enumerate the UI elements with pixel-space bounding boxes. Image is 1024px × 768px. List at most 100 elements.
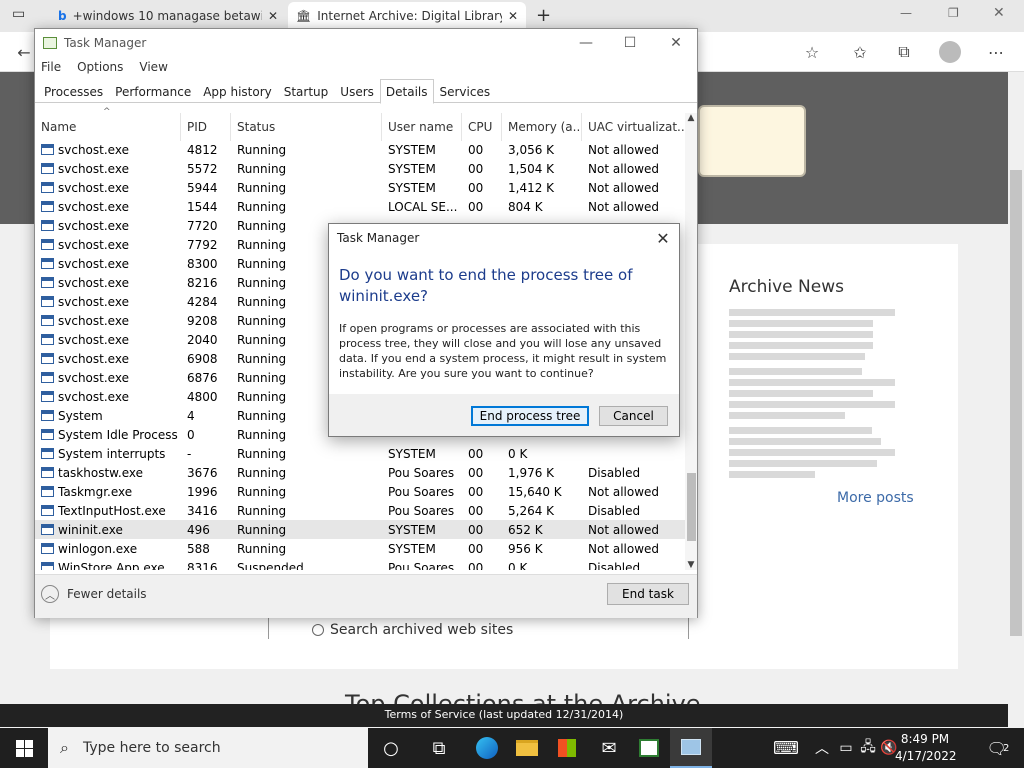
cell-text: 6908 [187,351,218,366]
table-row[interactable]: winlogon.exe 588 Running SYSTEM 00 956 K Not a… [35,539,685,558]
column-pid[interactable]: PID [181,113,231,141]
column-name[interactable]: Name [35,113,181,141]
tab-startup[interactable]: Startup [278,79,335,103]
tab-details[interactable]: Details [379,79,434,104]
table-row[interactable]: svchost.exe 4812 Running SYSTEM 00 3,056 K Not… [35,140,685,159]
more-posts-link[interactable]: More posts [837,490,914,506]
minimize-icon[interactable]: — [563,31,609,55]
process-pid: 6908 [181,352,231,366]
tab-processes[interactable]: Processes [38,79,109,103]
table-row[interactable]: Taskmgr.exe 1996 Running Pou Soares 00 15,640… [35,482,685,501]
process-list-scrollbar-thumb[interactable] [687,473,696,541]
process-icon [41,314,54,326]
more-options-icon[interactable]: ⋯ [984,40,1008,64]
table-row[interactable]: TextInputHost.exe 3416 Running Pou Soares 00… [35,501,685,520]
radio-button[interactable] [312,624,324,636]
browser-tab-archive[interactable]: 🏛 Internet Archive: Digital Library c ✕ [288,2,526,30]
process-memory: 804 K [502,200,582,214]
cell-text: svchost.exe [58,294,129,309]
table-row[interactable]: svchost.exe 5944 Running SYSTEM 00 1,412 K Not… [35,178,685,197]
cell-text: 7720 [187,218,218,233]
table-row[interactable]: wininit.exe 496 Running SYSTEM 00 652 K Not al… [35,520,685,539]
show-hidden-icons-icon[interactable]: ︿ [808,728,836,768]
column-uac-virtualization[interactable]: UAC virtualizat... [582,113,685,141]
app-icon[interactable] [628,728,670,768]
collections-icon[interactable]: ⧉ [892,40,916,64]
tab-users[interactable]: Users [334,79,380,103]
process-icon [41,409,54,421]
cell-text: Running [237,503,287,518]
cancel-button[interactable]: Cancel [599,406,668,426]
back-icon[interactable]: ← [12,40,36,64]
dialog-close-icon[interactable]: ✕ [651,227,675,251]
file-explorer-icon[interactable] [506,728,548,768]
close-tab-icon[interactable]: ✕ [268,9,278,23]
start-button[interactable] [0,728,48,768]
column-user-name[interactable]: User name [382,113,462,141]
clock[interactable]: 8:49 PM 4/17/2022 [895,731,957,767]
close-tab-icon[interactable]: ✕ [508,9,518,23]
close-icon[interactable]: ✕ [653,31,699,55]
scroll-up-icon[interactable]: ▲ [685,113,697,123]
network-icon[interactable]: 🖧 [858,728,878,768]
new-tab-icon[interactable]: + [536,5,551,26]
taskbar-search-box[interactable]: ⌕ Type here to search [48,728,368,768]
table-row[interactable]: WinStore.App.exe 8316 Suspended Pou Soares 0… [35,558,685,570]
process-memory: 5,264 K [502,504,582,518]
task-manager-taskbar-icon[interactable] [670,728,712,768]
browser-close-icon[interactable]: ✕ [993,5,1005,21]
add-favorite-icon[interactable]: ☆ [800,40,824,64]
tab-actions-icon[interactable]: ▭ [12,6,32,26]
process-uac: Disabled [582,561,685,571]
mail-icon[interactable]: ✉ [588,728,630,768]
tablet-icon[interactable]: ▭ [836,728,856,768]
edge-icon[interactable] [466,728,508,768]
fewer-details-label: Fewer details [67,587,147,601]
tab-services[interactable]: Services [434,79,497,103]
browser-minimize-icon[interactable]: — [900,6,912,20]
cortana-icon[interactable]: ○ [370,728,412,768]
menu-view[interactable]: View [139,60,167,74]
table-row[interactable]: svchost.exe 5572 Running SYSTEM 00 1,504 K Not… [35,159,685,178]
table-row[interactable]: svchost.exe 1544 Running LOCAL SE... 00 804 K… [35,197,685,216]
scroll-down-icon[interactable]: ▼ [685,560,697,570]
hero-search-box[interactable] [698,105,806,177]
cell-text: System Idle Process [58,427,178,442]
process-pid: 8316 [181,561,231,571]
page-scrollbar-thumb[interactable] [1010,170,1022,636]
process-pid: - [181,447,231,461]
process-memory: 15,640 K [502,485,582,499]
browser-tab-bing[interactable]: b +windows 10 managase betawik ✕ [50,2,286,30]
column-cpu[interactable]: CPU [462,113,502,141]
tab-performance[interactable]: Performance [109,79,197,103]
input-indicator-icon[interactable]: ⌨ [766,728,806,768]
cell-text: 8216 [187,275,218,290]
table-row[interactable]: taskhostw.exe 3676 Running Pou Soares 00 1,97… [35,463,685,482]
cell-text: 00 [468,503,484,518]
end-task-button[interactable]: End task [607,583,689,605]
process-status: Running [231,143,382,157]
chevron-up-icon: ︿ [41,585,59,603]
end-process-tree-button[interactable]: End process tree [471,406,589,426]
process-name: System [35,409,181,423]
fewer-details-button[interactable]: ︿ Fewer details [41,585,147,603]
search-sites-option[interactable]: Search archived web sites [312,622,513,638]
tab-app-history[interactable]: App history [197,79,278,103]
process-icon [41,238,54,250]
maximize-icon[interactable]: ☐ [607,31,653,55]
column-status[interactable]: Status [231,113,382,141]
news-placeholder-block-3 [729,427,895,478]
notifications-icon[interactable]: 🗨 2 [978,728,1018,768]
terms-of-service-bar[interactable]: Terms of Service (last updated 12/31/201… [0,704,1008,727]
task-view-icon[interactable]: ⧉ [418,728,460,768]
store-icon[interactable] [546,728,588,768]
menu-options[interactable]: Options [77,60,123,74]
cell-text: 496 [187,522,210,537]
menu-file[interactable]: File [41,60,61,74]
column-memory[interactable]: Memory (a... [502,113,582,141]
browser-restore-icon[interactable]: ❐ [948,6,959,20]
favorites-icon[interactable]: ✩ [848,40,872,64]
process-icon [41,428,54,440]
profile-avatar-icon[interactable] [938,40,962,64]
table-row[interactable]: System interrupts - Running SYSTEM 00 0 K [35,444,685,463]
